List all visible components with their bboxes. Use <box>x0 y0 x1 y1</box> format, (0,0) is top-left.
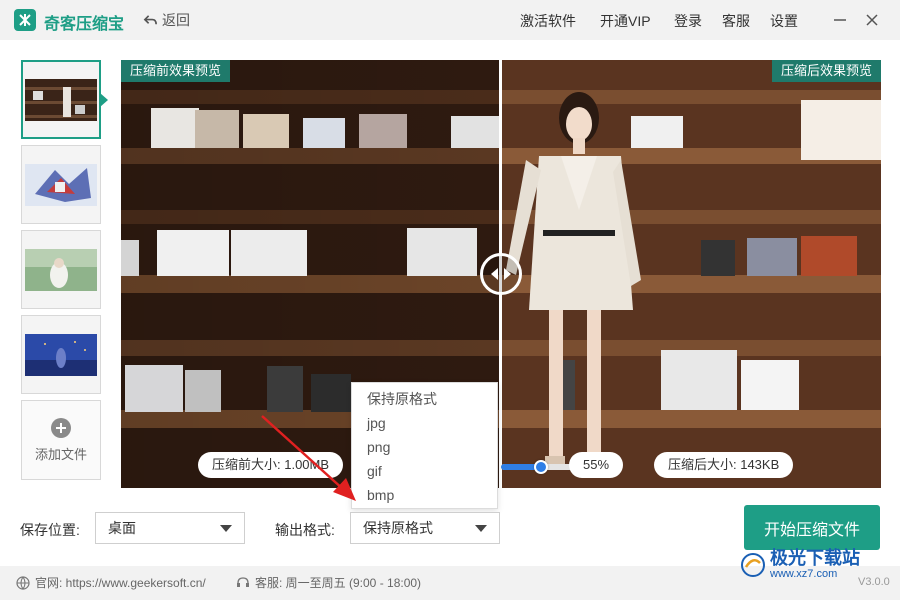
after-size-label: 压缩后大小: 143KB <box>654 452 794 478</box>
thumbnail-image <box>25 78 97 121</box>
output-format-select[interactable]: 保持原格式 <box>350 512 500 544</box>
quality-slider-knob[interactable] <box>533 460 548 474</box>
plus-icon <box>51 417 71 438</box>
preview-area: 压缩前效果预览 压缩后效果预览 压缩前大小: 1.00MB 55% 压缩后大小:… <box>121 60 881 488</box>
chevron-down-icon <box>475 525 487 532</box>
login-link[interactable]: 登录 <box>674 11 702 31</box>
output-format-label: 输出格式: <box>275 522 335 538</box>
thumbnail-image <box>25 333 97 376</box>
before-size-label: 压缩前大小: 1.00MB <box>198 452 344 478</box>
format-option-png[interactable]: png <box>352 435 497 459</box>
start-compress-button[interactable]: 开始压缩文件 <box>744 505 880 550</box>
back-label: 返回 <box>162 12 190 28</box>
add-file-label: 添加文件 <box>34 446 87 462</box>
chevron-down-icon <box>220 525 232 532</box>
thumbnail-image <box>25 248 97 291</box>
customer-service-link[interactable]: 客服 <box>722 11 750 31</box>
version-label: V3.0.0 <box>858 576 890 588</box>
thumbnail-2[interactable] <box>21 145 101 224</box>
save-location-select[interactable]: 桌面 <box>95 512 245 544</box>
back-arrow-icon <box>143 14 157 24</box>
watermark-logo: 极光下载站 www.xz7.com <box>740 548 860 581</box>
quality-percent-label: 55% <box>569 452 624 478</box>
save-location-label: 保存位置: <box>20 522 80 538</box>
app-logo-icon <box>14 9 36 31</box>
format-option-original[interactable]: 保持原格式 <box>352 387 497 411</box>
quality-slider[interactable] <box>501 460 573 474</box>
output-format-value: 保持原格式 <box>363 520 433 536</box>
add-file-button[interactable]: 添加文件 <box>21 400 101 480</box>
compare-handle-icon[interactable] <box>480 253 522 295</box>
close-icon[interactable] <box>862 10 882 30</box>
app-title: 奇客压缩宝 <box>44 16 125 33</box>
title-bar: 奇客压缩宝 返回 激活软件 开通VIP 登录 客服 设置 <box>0 0 900 40</box>
open-vip-link[interactable]: 开通VIP <box>600 11 651 31</box>
thumbnail-1[interactable] <box>21 60 101 139</box>
watermark-url: www.xz7.com <box>770 568 838 580</box>
service-hours-info: 客服: 周一至周五 (9:00 - 18:00) <box>236 574 421 591</box>
activate-software-link[interactable]: 激活软件 <box>520 11 576 31</box>
settings-link[interactable]: 设置 <box>770 11 798 31</box>
after-preview-tag: 压缩后效果预览 <box>771 60 881 82</box>
website-text: 官网: https://www.geekersoft.cn/ <box>35 576 206 590</box>
watermark-title: 极光下载站 <box>770 548 860 568</box>
format-option-jpg[interactable]: jpg <box>352 411 497 435</box>
thumbnail-3[interactable] <box>21 230 101 309</box>
service-hours-text: 客服: 周一至周五 (9:00 - 18:00) <box>255 576 422 590</box>
thumbnail-image <box>25 163 97 206</box>
save-location-value: 桌面 <box>108 520 136 536</box>
active-thumbnail-indicator <box>100 93 108 107</box>
before-preview-tag: 压缩前效果预览 <box>121 60 231 82</box>
watermark-icon <box>741 552 765 577</box>
back-button[interactable]: 返回 <box>143 10 190 30</box>
minimize-icon[interactable] <box>830 10 850 30</box>
website-info: 官网: https://www.geekersoft.cn/ <box>16 574 206 591</box>
format-option-bmp[interactable]: bmp <box>352 483 497 507</box>
format-option-gif[interactable]: gif <box>352 459 497 483</box>
globe-icon <box>16 575 30 590</box>
thumbnail-4[interactable] <box>21 315 101 394</box>
format-dropdown-list: 保持原格式 jpg png gif bmp <box>351 382 498 509</box>
headset-icon <box>237 576 249 587</box>
